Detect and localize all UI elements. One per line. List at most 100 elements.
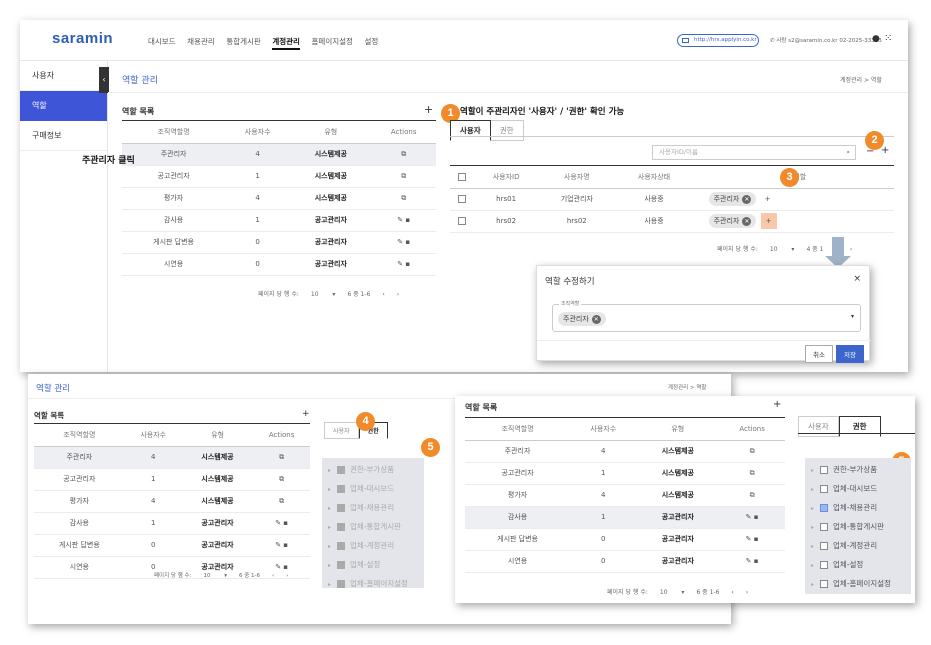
perm-item[interactable]: ▸ 업체-설정 (322, 555, 424, 574)
table-row[interactable]: hrs01 기업관리자 사용중 주관리자 ✕ + (450, 188, 894, 211)
tab-permissions[interactable]: 권한 (490, 120, 524, 141)
prev-icon[interactable]: ‹ (382, 291, 384, 298)
down-arrow-icon (832, 237, 844, 257)
add-role-icon[interactable]: + (773, 399, 781, 410)
permission-tree: ▸ 권한-부가상품 ▸ 업체-대시보드 ▸ 업체-채용관리 ▸ 업체-통합게시판 ▸ 업체… (805, 458, 911, 594)
edit-delete-icon[interactable]: ✎ ▪ (371, 209, 436, 232)
add-role-icon[interactable]: + (302, 409, 310, 419)
role-select[interactable]: 조직역할 주관리자 ✕ ▾ (552, 300, 861, 332)
row-checkbox[interactable] (458, 217, 466, 225)
sidebar-item-users[interactable]: 사용자 (20, 61, 107, 91)
tab-divider (450, 136, 894, 137)
nav-settings[interactable]: 설정 (364, 37, 378, 46)
perm-item[interactable]: ▸ 업체-홈페이지설정 (805, 574, 911, 593)
select-all-checkbox[interactable] (458, 172, 466, 181)
search-input[interactable]: 사용자ID/이름 ⌕ (652, 145, 856, 160)
rows-select[interactable]: 10 ▾ (660, 589, 685, 596)
row-checkbox[interactable] (458, 195, 466, 203)
next-icon[interactable]: › (746, 589, 748, 596)
permission-tree: ▸ 권한-부가상품 ▸ 업체-대시보드 ▸ 업체-채용관리 ▸ 업체-통합게시판 ▸ 업체… (322, 458, 424, 588)
perm-item[interactable]: ▸ 업체-대시보드 (805, 479, 911, 498)
nav-recruit[interactable]: 채용관리 (187, 37, 215, 46)
role-list-title: 역할 목록 (34, 411, 65, 420)
add-role-icon[interactable]: + (424, 103, 433, 116)
selected-role-chip[interactable]: 주관리자 ✕ (558, 312, 606, 326)
sidebar-item-roles[interactable]: 역할 (20, 91, 107, 121)
rows-select[interactable]: 10 ▾ (203, 573, 227, 579)
table-row[interactable]: 공고관리자 1 시스템제공 ⧉ (34, 468, 310, 491)
annot-title: 역할이 주관리자인 '사용자' / '권한' 확인 가능 (460, 107, 625, 117)
table-row[interactable]: 주관리자 4 시스템제공 ⧉ (34, 446, 310, 469)
table-row[interactable]: 감사용 1 공고관리자 ✎ ▪ (122, 209, 436, 232)
role-pager: 페이지 당 행 수: 10 ▾ 6 중 1-6 ‹ › (258, 291, 400, 298)
table-row[interactable]: 감사용 1 공고관리자 ✎ ▪ (34, 512, 310, 535)
tab-users[interactable]: 사용자 (450, 120, 491, 141)
edit-delete-icon[interactable]: ✎ ▪ (371, 253, 436, 276)
remove-user-icon[interactable]: − (866, 146, 874, 157)
perm-item[interactable]: ▸ 업체-채용관리 (322, 498, 424, 517)
perm-item[interactable]: ▸ 권한-부가상품 (322, 460, 424, 479)
col-user-status: 사용자상태 (615, 166, 693, 189)
close-icon[interactable]: × (853, 274, 861, 284)
annot-click: 주관리자 클릭 (82, 156, 135, 166)
add-user-icon[interactable]: + (881, 145, 889, 156)
table-row[interactable]: 공고관리자 1 시스템제공 ⧉ (122, 165, 436, 188)
table-row[interactable]: 게시판 답변용 0 공고관리자 ✎ ▪ (122, 231, 436, 254)
copy-icon[interactable]: ⧉ (371, 187, 436, 210)
next-icon[interactable]: › (286, 573, 288, 579)
sidebar-collapse-button[interactable]: ‹ (99, 67, 109, 93)
col-role-name: 조직역할명 (122, 121, 226, 144)
table-row[interactable]: 게시판 답변용 0 공고관리자 ✎ ▪ (34, 534, 310, 557)
table-row[interactable]: 시연용 0 공고관리자 ✎ ▪ (122, 253, 436, 276)
table-row[interactable]: 공고관리자 1 시스템제공 ⧉ (465, 462, 785, 485)
perm-item[interactable]: ▸ 권한-부가상품 (805, 460, 911, 479)
nav-dashboard[interactable]: 대시보드 (148, 37, 176, 46)
copy-icon[interactable]: ⧉ (371, 143, 436, 166)
permissions-window-2: 역할 목록 + 조직역할명 사용자수 유형 Actions 주관리자 4 시스템제공 ⧉ 공… (455, 396, 915, 603)
edit-delete-icon[interactable]: ✎ ▪ (371, 231, 436, 254)
modal-divider (537, 340, 871, 341)
grid-menu-icon[interactable]: ⁙ (884, 33, 892, 44)
add-role-chip-icon[interactable]: + (760, 213, 777, 229)
perm-item[interactable]: ▸ 업체-통합게시판 (322, 517, 424, 536)
nav-board[interactable]: 통합게시판 (226, 37, 261, 46)
save-button[interactable]: 저장 (836, 345, 864, 363)
table-row[interactable]: 게시판 답변용 0 공고관리자 ✎ ▪ (465, 528, 785, 551)
cancel-button[interactable]: 취소 (805, 345, 833, 363)
perm-item[interactable]: ▸ 업체-홈페이지설정 (322, 574, 424, 593)
account-icon[interactable]: ● (872, 34, 880, 44)
table-row[interactable]: 평가자 4 시스템제공 ⧉ (465, 484, 785, 507)
role-chip[interactable]: 주관리자 ✕ (708, 214, 757, 228)
sidebar-item-purchase[interactable]: 구매정보 (20, 121, 107, 151)
perm-item[interactable]: ▸ 업체-채용관리 (805, 498, 911, 517)
table-row[interactable]: hrs02 hrs02 사용중 주관리자 ✕ + (450, 210, 894, 233)
perm-item[interactable]: ▸ 업체-설정 (805, 555, 911, 574)
add-role-chip-icon[interactable]: + (765, 195, 771, 203)
perm-item[interactable]: ▸ 업체-계정관리 (805, 536, 911, 555)
prev-icon[interactable]: ‹ (731, 589, 733, 596)
perm-item[interactable]: ▸ 업체-통합게시판 (805, 517, 911, 536)
col-user-name: 사용자명 (538, 166, 616, 189)
nav-account[interactable]: 계정관리 (272, 37, 300, 50)
rows-select[interactable]: 10 ▾ (311, 291, 336, 298)
chevron-down-icon: ▾ (850, 313, 854, 320)
table-row[interactable]: 시연용 0 공고관리자 ✎ ▪ (465, 550, 785, 573)
rows-select[interactable]: 10 ▾ (770, 246, 795, 253)
next-icon[interactable]: › (397, 291, 399, 298)
prev-icon[interactable]: ‹ (272, 573, 274, 579)
col-user-id[interactable]: 사용자ID (474, 166, 539, 189)
users-table: 사용자ID사용자명사용자상태조직역할 hrs01기업관리자사용중주관리자✕ + … (450, 165, 894, 233)
perm-item[interactable]: ▸ 업체-계정관리 (322, 536, 424, 555)
tab-users[interactable]: 사용자 (324, 422, 359, 439)
table-row[interactable]: 평가자 4 시스템제공 ⧉ (34, 490, 310, 513)
url-box[interactable]: http://hrs.applyin.co.kr (677, 34, 759, 47)
copy-icon[interactable]: ⧉ (371, 165, 436, 188)
next-icon[interactable]: › (850, 246, 852, 253)
table-row[interactable]: 감사용 1 공고관리자 ✎ ▪ (465, 506, 785, 529)
table-row[interactable]: 주관리자 4 시스템제공 ⧉ (122, 143, 436, 166)
nav-homepage[interactable]: 홈페이지설정 (312, 37, 353, 46)
role-chip[interactable]: 주관리자 ✕ (708, 192, 757, 206)
table-row[interactable]: 평가자 4 시스템제공 ⧉ (122, 187, 436, 210)
perm-item[interactable]: ▸ 업체-대시보드 (322, 479, 424, 498)
table-row[interactable]: 주관리자 4 시스템제공 ⧉ (465, 440, 785, 463)
